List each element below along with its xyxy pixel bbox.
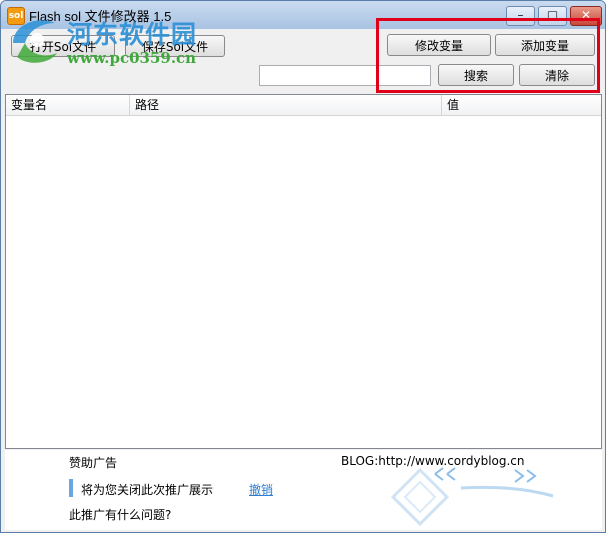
ad-decoration-icon	[390, 467, 554, 527]
open-sol-file-button[interactable]: 打开Sol文件	[11, 35, 115, 57]
minimize-button[interactable]: –	[506, 6, 535, 26]
close-button[interactable]: ✕	[570, 6, 602, 26]
maximize-button[interactable]: □	[538, 6, 567, 26]
ad-label: 赞助广告	[69, 456, 118, 470]
search-input[interactable]	[259, 65, 431, 86]
ad-accent-bar	[69, 479, 73, 497]
app-icon: sol	[7, 7, 25, 25]
column-header-name[interactable]: 变量名	[6, 95, 130, 115]
window-title: Flash sol 文件修改器 1.5	[29, 9, 172, 24]
add-variable-button[interactable]: 添加变量	[495, 34, 595, 56]
title-bar[interactable]: sol Flash sol 文件修改器 1.5 – □ ✕	[1, 1, 605, 29]
modify-variable-button[interactable]: 修改变量	[387, 34, 491, 56]
ad-panel: 赞助广告 BLOG:http://www.cordyblog.cn 将为您关闭此…	[5, 450, 602, 530]
save-sol-file-button[interactable]: 保存Sol文件	[125, 35, 225, 57]
app-window: sol Flash sol 文件修改器 1.5 – □ ✕ 打开Sol文件 保存…	[0, 0, 606, 533]
column-header-value[interactable]: 值	[442, 95, 601, 115]
table-header: 变量名 路径 值	[6, 95, 601, 116]
undo-link[interactable]: 撤销	[249, 481, 273, 498]
search-button[interactable]: 搜索	[438, 64, 514, 86]
variable-table[interactable]: 变量名 路径 值	[5, 94, 602, 449]
column-header-path[interactable]: 路径	[130, 95, 442, 115]
ad-feedback-link[interactable]: 此推广有什么问题?	[69, 506, 171, 523]
ad-close-message: 将为您关闭此次推广展示	[81, 483, 214, 497]
clear-button[interactable]: 清除	[519, 64, 595, 86]
